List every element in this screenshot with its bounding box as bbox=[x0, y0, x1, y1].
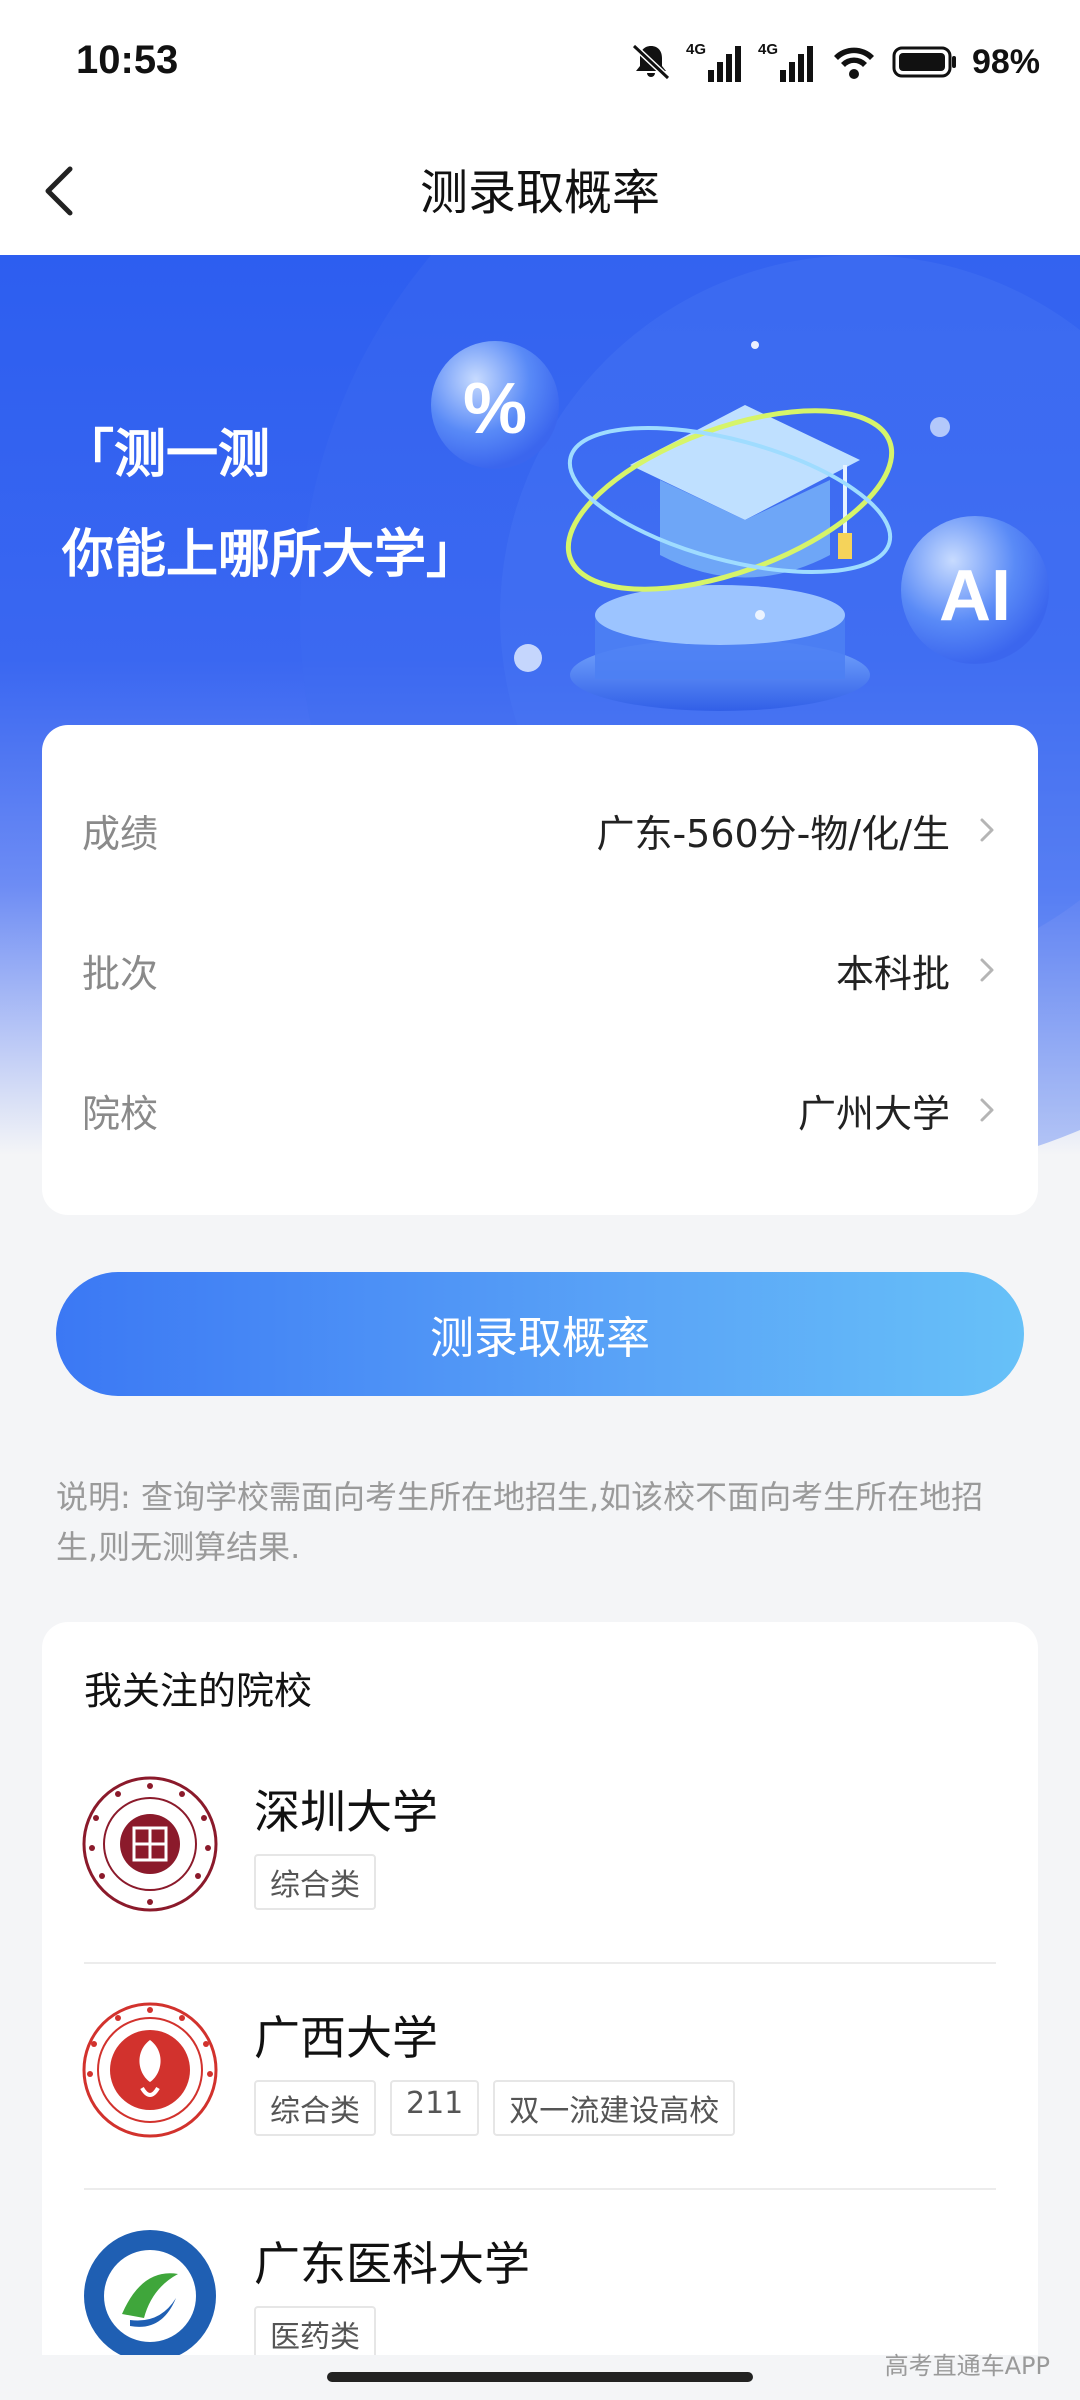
school-item[interactable]: 深圳大学 综合类 bbox=[42, 1776, 1038, 2002]
divider bbox=[84, 1962, 996, 1964]
nav-bar: 测录取概率 bbox=[0, 125, 1080, 255]
banner-slogan: 「测一测 你能上哪所大学」 bbox=[62, 405, 478, 605]
calculate-probability-button[interactable]: 测录取概率 bbox=[56, 1272, 1024, 1396]
app-watermark: 高考直通车APP bbox=[884, 2352, 1050, 2380]
page-title: 测录取概率 bbox=[419, 165, 660, 221]
mute-icon bbox=[631, 43, 670, 81]
followed-schools-card: 我关注的院校 深圳大学 综合类 广西大学 综合类 211 双一流建设高校 广东医… bbox=[42, 1622, 1038, 2382]
guangxi-university-logo bbox=[82, 2002, 218, 2138]
school-tags: 综合类 bbox=[254, 1854, 376, 1910]
school-tag: 211 bbox=[390, 2080, 480, 2136]
batch-label: 批次 bbox=[82, 951, 159, 996]
school-tags: 医药类 bbox=[254, 2306, 376, 2362]
home-indicator[interactable] bbox=[327, 2372, 753, 2382]
school-item[interactable]: 广西大学 综合类 211 双一流建设高校 bbox=[42, 2002, 1038, 2228]
slogan-line-2: 你能上哪所大学」 bbox=[62, 525, 479, 585]
section-title: 我关注的院校 bbox=[84, 1669, 313, 1713]
slogan-line-1: 「测一测 bbox=[62, 425, 271, 485]
score-value: 广东-560分-物/化/生 bbox=[596, 811, 950, 856]
batch-value: 本科批 bbox=[835, 951, 950, 996]
svg-text:4G: 4G bbox=[686, 41, 706, 58]
school-name: 广东医科大学 bbox=[254, 2237, 530, 2291]
college-row[interactable]: 院校 广州大学 bbox=[42, 1040, 1038, 1180]
score-label: 成绩 bbox=[82, 811, 159, 856]
svg-text:4G: 4G bbox=[758, 41, 778, 58]
school-tag: 双一流建设高校 bbox=[493, 2080, 736, 2136]
divider bbox=[84, 2188, 996, 2190]
status-bar: 10:53 4G 4G 98% bbox=[0, 0, 1080, 125]
school-tag: 综合类 bbox=[254, 1854, 376, 1910]
chevron-right-icon bbox=[980, 958, 994, 982]
chevron-right-icon bbox=[980, 818, 994, 842]
college-value: 广州大学 bbox=[797, 1091, 950, 1136]
query-form-card: 成绩 广东-560分-物/化/生 批次 本科批 院校 广州大学 bbox=[42, 725, 1038, 1215]
school-tags: 综合类 211 双一流建设高校 bbox=[254, 2080, 736, 2136]
signal-4g-icon: 4G bbox=[686, 41, 741, 82]
score-row[interactable]: 成绩 广东-560分-物/化/生 bbox=[42, 760, 1038, 900]
school-name: 深圳大学 bbox=[254, 1785, 438, 1839]
disclaimer-note: 说明: 查询学校需面向考生所在地招生,如该校不面向考生所在地招生,则无测算结果. bbox=[56, 1478, 984, 1566]
chevron-right-icon bbox=[980, 1098, 994, 1122]
school-tag: 医药类 bbox=[254, 2306, 376, 2362]
shenzhen-university-logo bbox=[82, 1776, 218, 1912]
college-label: 院校 bbox=[82, 1091, 159, 1136]
signal-4g-icon: 4G bbox=[758, 41, 813, 82]
wifi-icon bbox=[833, 47, 874, 79]
batch-row[interactable]: 批次 本科批 bbox=[42, 900, 1038, 1040]
status-time: 10:53 bbox=[76, 38, 179, 82]
ai-badge: AI bbox=[939, 556, 1011, 636]
guangdong-medical-university-logo bbox=[84, 2230, 216, 2362]
battery-icon bbox=[892, 46, 956, 78]
status-icons: 4G 4G 98% bbox=[630, 40, 1040, 84]
school-tag: 综合类 bbox=[254, 2080, 376, 2136]
battery-percent: 98% bbox=[971, 42, 1040, 81]
school-name: 广西大学 bbox=[254, 2011, 438, 2065]
